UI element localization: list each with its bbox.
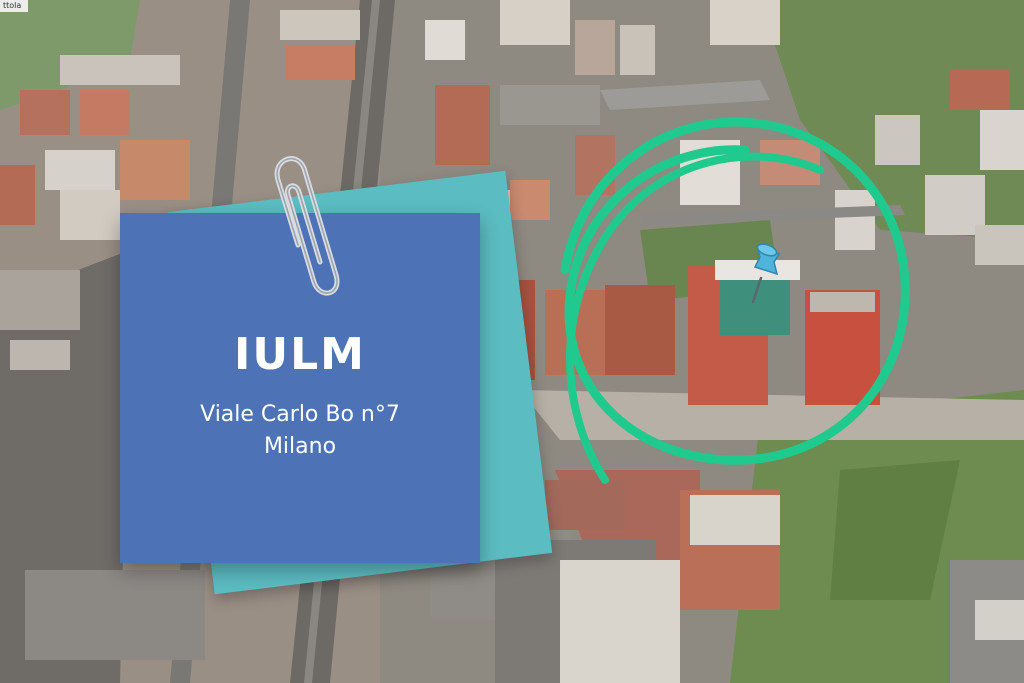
note-address-line: Viale Carlo Bo n°7 (200, 402, 400, 427)
location-circle-marker (560, 117, 910, 484)
map-scene: ttola IULM Viale Carlo Bo n°7 Milano (0, 0, 1024, 683)
paperclip-icon (274, 156, 340, 296)
note-title: IULM (234, 329, 366, 380)
note-address: Viale Carlo Bo n°7 Milano (120, 399, 480, 463)
map-corner-label: ttola (0, 0, 28, 12)
push-pin-icon (751, 243, 781, 304)
note-content: IULM Viale Carlo Bo n°7 Milano (120, 333, 480, 463)
note-city: Milano (263, 433, 337, 459)
